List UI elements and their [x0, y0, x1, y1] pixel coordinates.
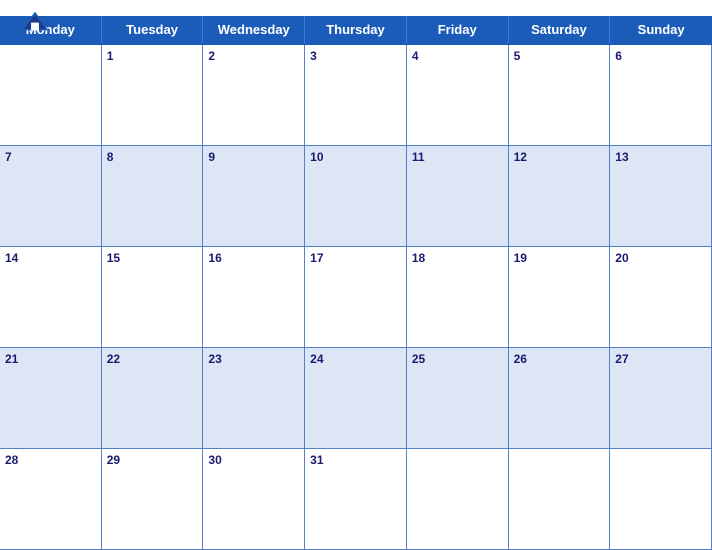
- day-number: 15: [107, 251, 120, 265]
- day-cell-19: 19: [509, 247, 611, 348]
- day-cell-empty: [407, 449, 509, 550]
- day-cell-10: 10: [305, 146, 407, 247]
- day-cell-empty: [610, 449, 712, 550]
- day-header-thursday: Thursday: [305, 16, 407, 43]
- logo-icon: [20, 10, 50, 32]
- week-row-3: 14 15 16 17 18 19 20: [0, 247, 712, 348]
- day-number: 8: [107, 150, 114, 164]
- day-header-saturday: Saturday: [509, 16, 611, 43]
- day-number: 1: [107, 49, 114, 63]
- day-number: 29: [107, 453, 120, 467]
- day-cell-20: 20: [610, 247, 712, 348]
- day-number: 16: [208, 251, 221, 265]
- day-number: 5: [514, 49, 521, 63]
- day-number: 6: [615, 49, 622, 63]
- day-cell-empty: [0, 45, 102, 146]
- day-cell-24: 24: [305, 348, 407, 449]
- day-cell-5: 5: [509, 45, 611, 146]
- day-header-sunday: Sunday: [610, 16, 712, 43]
- day-number: 22: [107, 352, 120, 366]
- day-cell-7: 7: [0, 146, 102, 247]
- day-cell-2: 2: [203, 45, 305, 146]
- day-number: 11: [412, 150, 425, 164]
- day-cell-21: 21: [0, 348, 102, 449]
- calendar-header: [0, 0, 712, 16]
- day-cell-28: 28: [0, 449, 102, 550]
- day-cell-11: 11: [407, 146, 509, 247]
- day-cell-1: 1: [102, 45, 204, 146]
- calendar: MondayTuesdayWednesdayThursdayFridaySatu…: [0, 0, 712, 550]
- day-number: 20: [615, 251, 628, 265]
- day-cell-15: 15: [102, 247, 204, 348]
- day-cell-27: 27: [610, 348, 712, 449]
- logo: [20, 10, 52, 32]
- day-cell-12: 12: [509, 146, 611, 247]
- day-number: 12: [514, 150, 527, 164]
- day-number: 30: [208, 453, 221, 467]
- day-cell-3: 3: [305, 45, 407, 146]
- day-number: 27: [615, 352, 628, 366]
- day-cell-25: 25: [407, 348, 509, 449]
- day-number: 2: [208, 49, 215, 63]
- day-cell-empty: [509, 449, 611, 550]
- day-number: 13: [615, 150, 628, 164]
- day-cell-16: 16: [203, 247, 305, 348]
- week-row-2: 7 8 9 10 11 12 13: [0, 146, 712, 247]
- week-row-5: 28 29 30 31: [0, 449, 712, 550]
- day-cell-13: 13: [610, 146, 712, 247]
- day-header-friday: Friday: [407, 16, 509, 43]
- day-number: 7: [5, 150, 12, 164]
- day-number: 26: [514, 352, 527, 366]
- day-cell-29: 29: [102, 449, 204, 550]
- week-row-1: 1 2 3 4 5 6: [0, 45, 712, 146]
- day-number: 23: [208, 352, 221, 366]
- day-cell-22: 22: [102, 348, 204, 449]
- day-cell-30: 30: [203, 449, 305, 550]
- day-cell-26: 26: [509, 348, 611, 449]
- day-cell-14: 14: [0, 247, 102, 348]
- day-header-wednesday: Wednesday: [203, 16, 305, 43]
- day-number: 14: [5, 251, 18, 265]
- day-number: 4: [412, 49, 419, 63]
- day-number: 10: [310, 150, 323, 164]
- day-cell-4: 4: [407, 45, 509, 146]
- day-number: 19: [514, 251, 527, 265]
- days-header: MondayTuesdayWednesdayThursdayFridaySatu…: [0, 16, 712, 43]
- day-cell-6: 6: [610, 45, 712, 146]
- day-cell-23: 23: [203, 348, 305, 449]
- day-number: 17: [310, 251, 323, 265]
- day-number: 28: [5, 453, 18, 467]
- day-cell-9: 9: [203, 146, 305, 247]
- day-cell-18: 18: [407, 247, 509, 348]
- day-number: 3: [310, 49, 317, 63]
- day-cell-17: 17: [305, 247, 407, 348]
- day-cell-8: 8: [102, 146, 204, 247]
- day-number: 21: [5, 352, 18, 366]
- week-row-4: 21 22 23 24 25 26 27: [0, 348, 712, 449]
- day-number: 25: [412, 352, 425, 366]
- day-cell-31: 31: [305, 449, 407, 550]
- calendar-grid: 1234567891011121314151617181920212223242…: [0, 43, 712, 550]
- day-number: 24: [310, 352, 323, 366]
- day-header-tuesday: Tuesday: [102, 16, 204, 43]
- day-number: 31: [310, 453, 323, 467]
- day-number: 9: [208, 150, 215, 164]
- day-number: 18: [412, 251, 425, 265]
